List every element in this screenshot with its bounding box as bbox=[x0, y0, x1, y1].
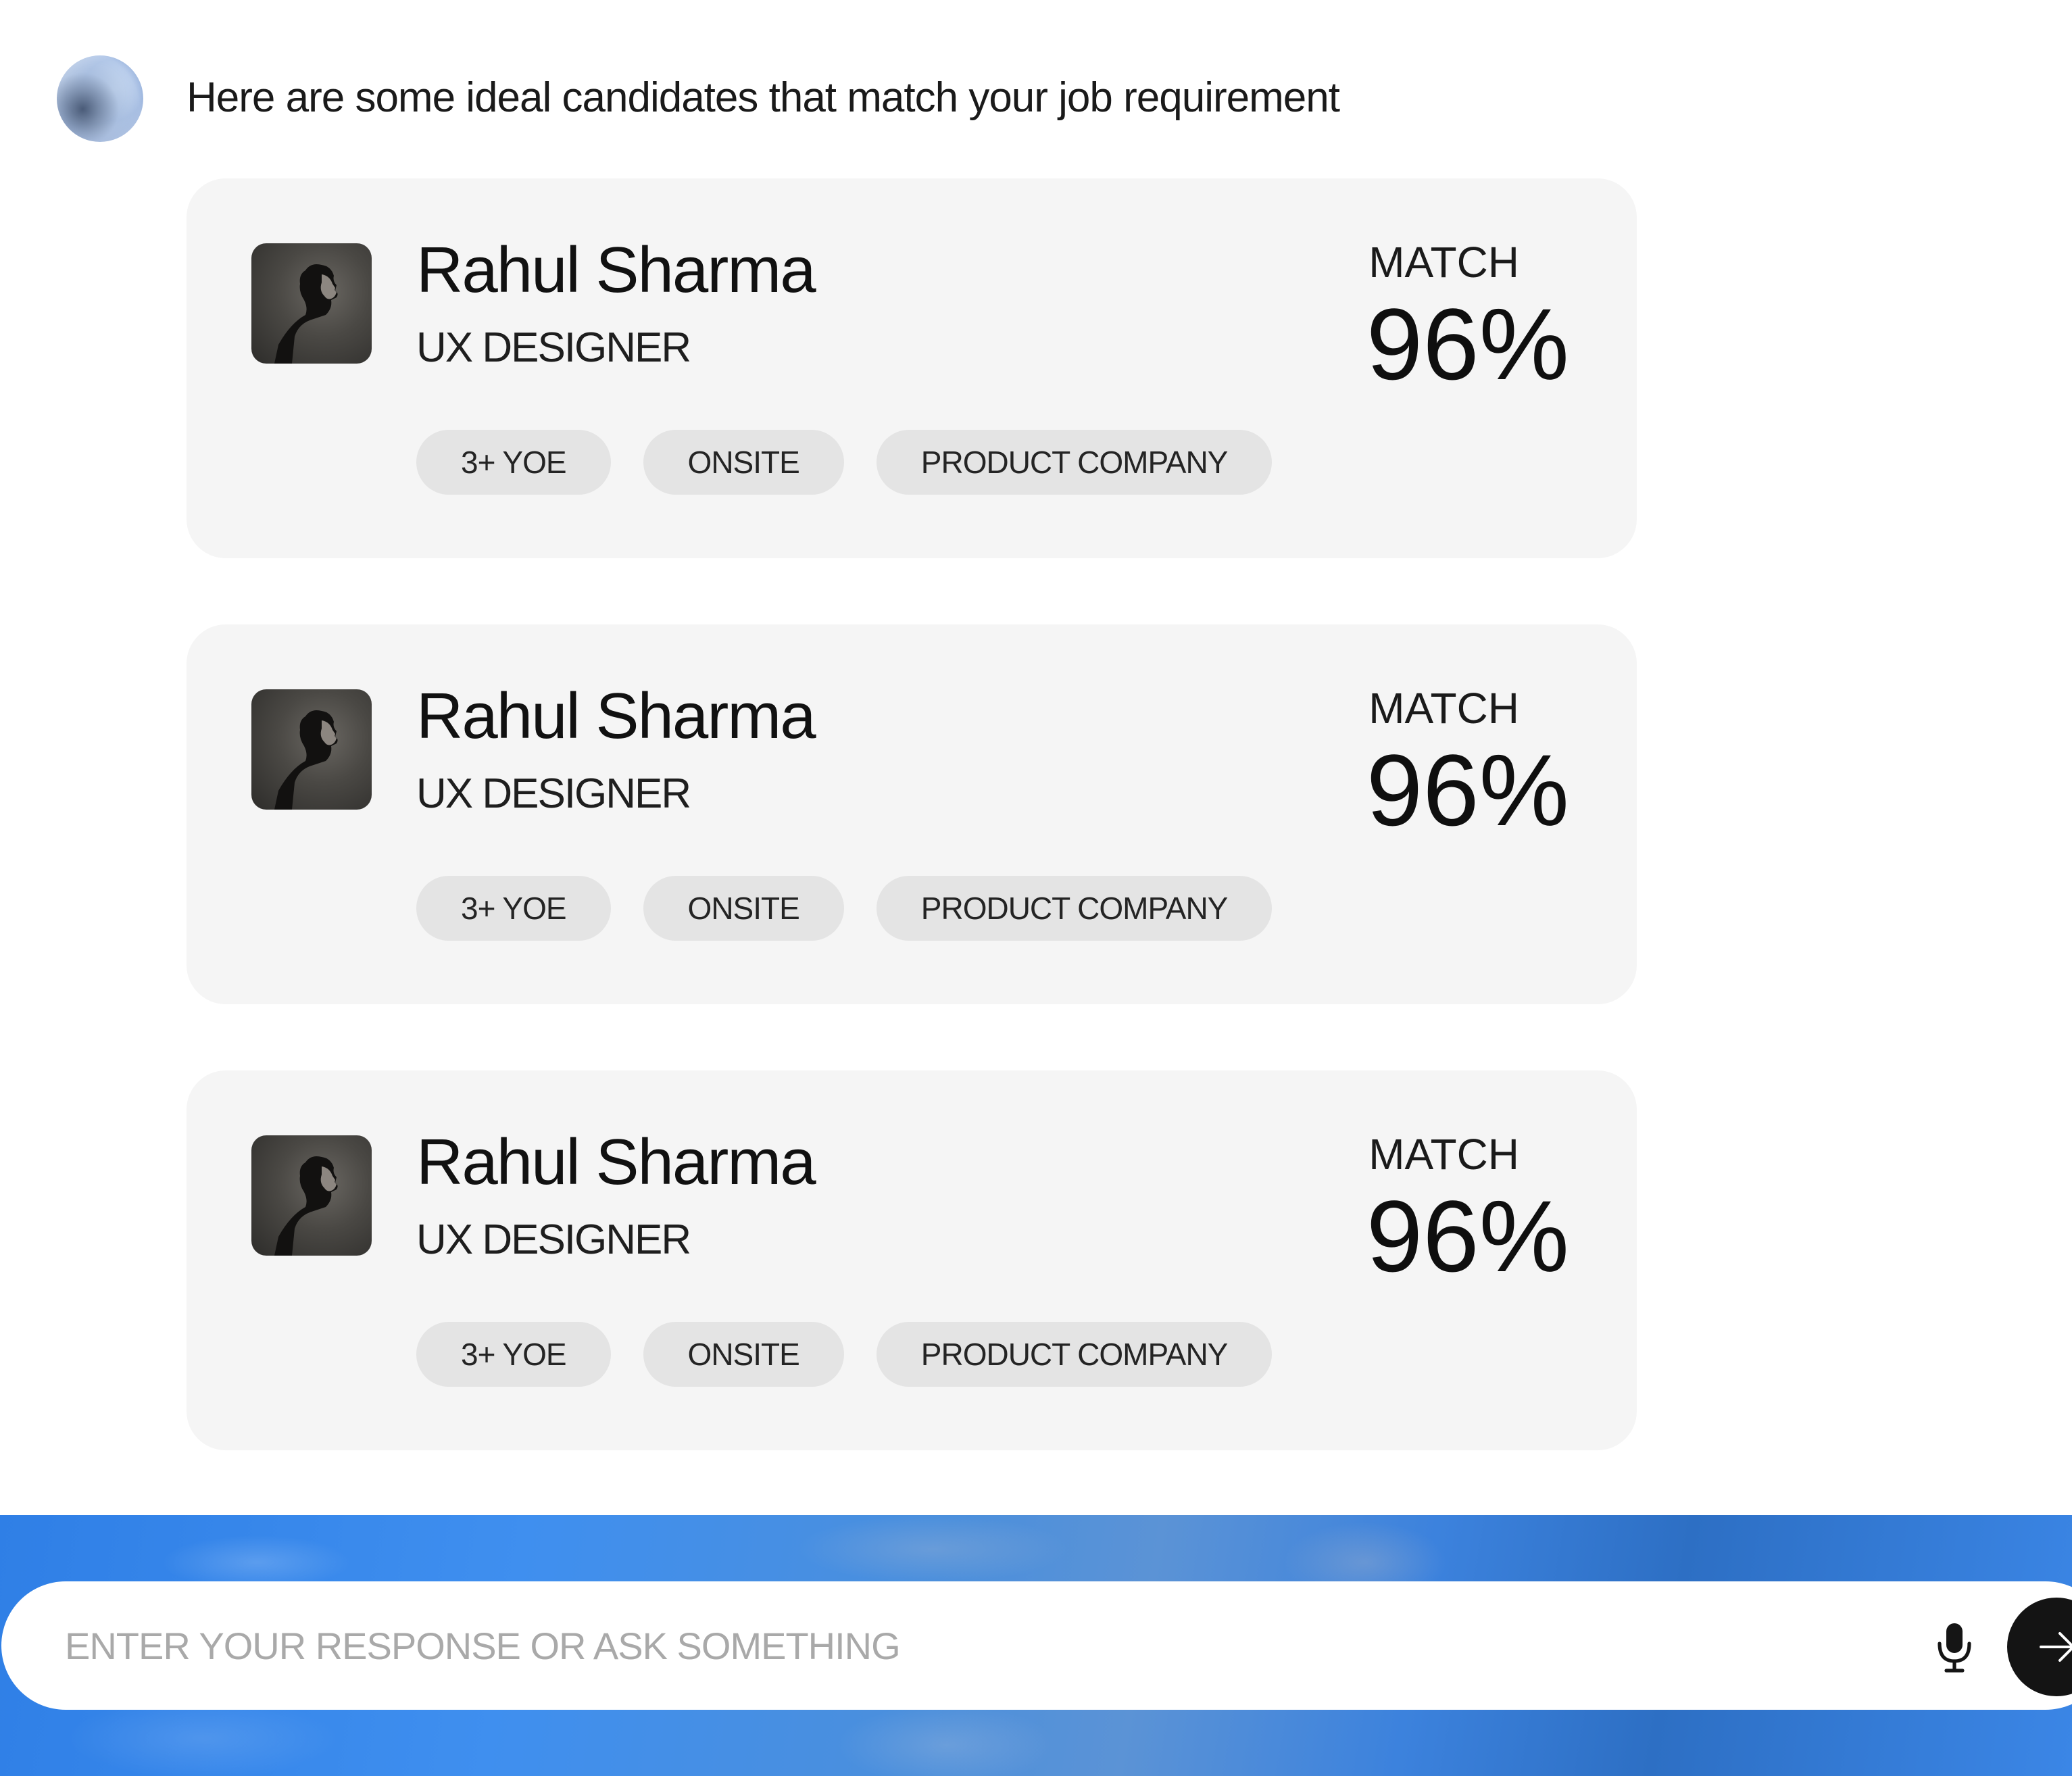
match-score: 96% bbox=[1366, 287, 1569, 401]
tag-experience: 3+ YOE bbox=[416, 1322, 611, 1387]
tag-company-type: PRODUCT COMPANY bbox=[876, 1322, 1273, 1387]
candidate-photo bbox=[251, 689, 372, 810]
arrow-right-icon bbox=[2040, 1632, 2072, 1662]
assistant-avatar bbox=[57, 55, 143, 142]
microphone-icon[interactable] bbox=[1934, 1622, 1975, 1673]
candidate-role: UX DESIGNER bbox=[416, 324, 691, 371]
match-score: 96% bbox=[1366, 733, 1569, 847]
candidate-card[interactable]: Rahul Sharma UX DESIGNER 3+ YOE ONSITE P… bbox=[187, 1070, 1637, 1450]
match-label: MATCH bbox=[1368, 684, 1519, 733]
candidate-name: Rahul Sharma bbox=[416, 1126, 816, 1198]
candidate-photo bbox=[251, 1135, 372, 1256]
tag-company-type: PRODUCT COMPANY bbox=[876, 876, 1273, 941]
candidate-tags: 3+ YOE ONSITE PRODUCT COMPANY bbox=[416, 430, 1273, 495]
match-label: MATCH bbox=[1368, 1130, 1519, 1179]
match-label: MATCH bbox=[1368, 238, 1519, 287]
tag-work-mode: ONSITE bbox=[643, 430, 844, 495]
tag-work-mode: ONSITE bbox=[643, 876, 844, 941]
tag-experience: 3+ YOE bbox=[416, 876, 611, 941]
candidate-name: Rahul Sharma bbox=[416, 680, 816, 752]
candidate-card[interactable]: Rahul Sharma UX DESIGNER 3+ YOE ONSITE P… bbox=[187, 178, 1637, 558]
candidate-name: Rahul Sharma bbox=[416, 234, 816, 306]
candidate-card[interactable]: Rahul Sharma UX DESIGNER 3+ YOE ONSITE P… bbox=[187, 624, 1637, 1004]
tag-experience: 3+ YOE bbox=[416, 430, 611, 495]
candidate-photo bbox=[251, 243, 372, 364]
tag-work-mode: ONSITE bbox=[643, 1322, 844, 1387]
assistant-message: Here are some ideal candidates that matc… bbox=[187, 74, 1340, 121]
candidate-role: UX DESIGNER bbox=[416, 770, 691, 817]
candidate-tags: 3+ YOE ONSITE PRODUCT COMPANY bbox=[416, 1322, 1273, 1387]
candidate-tags: 3+ YOE ONSITE PRODUCT COMPANY bbox=[416, 876, 1273, 941]
content-panel-edge bbox=[0, 1473, 2072, 1515]
candidate-role: UX DESIGNER bbox=[416, 1216, 691, 1263]
candidate-list: Rahul Sharma UX DESIGNER 3+ YOE ONSITE P… bbox=[187, 178, 1637, 1516]
match-score: 96% bbox=[1366, 1179, 1569, 1293]
message-input[interactable] bbox=[65, 1619, 1890, 1673]
tag-company-type: PRODUCT COMPANY bbox=[876, 430, 1273, 495]
